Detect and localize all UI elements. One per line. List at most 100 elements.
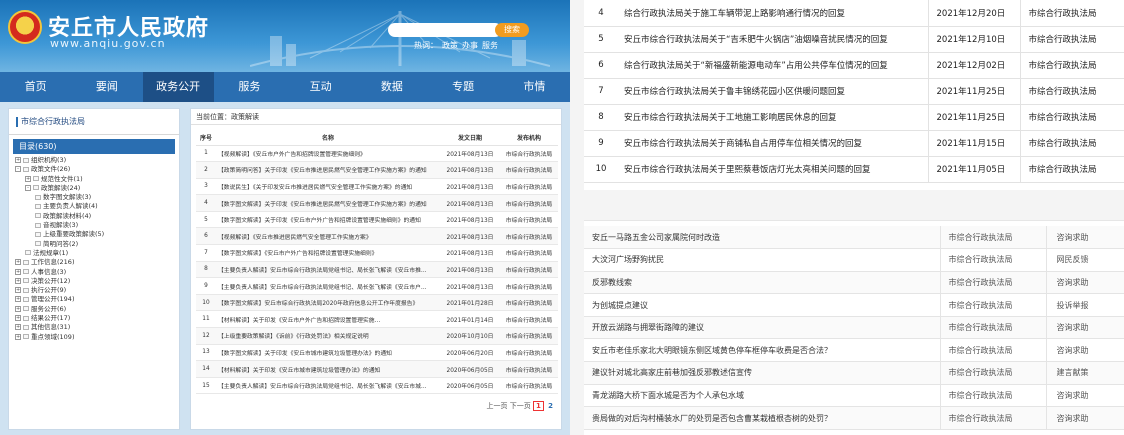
list-item[interactable]: 开放云湖路与拥翠街路障的建议 市综合行政执法局 咨询求助 bbox=[584, 316, 1124, 340]
row-title-link[interactable]: 【数说民生】《关于印发安丘市推进居民燃气安全管理工作实施方案》的通知 bbox=[216, 178, 440, 196]
tree-item[interactable]: + 工作信息(216) bbox=[9, 258, 179, 267]
expand-icon[interactable]: + bbox=[15, 296, 21, 303]
nav-news[interactable]: 要闻 bbox=[71, 72, 142, 102]
expand-icon[interactable]: + bbox=[15, 259, 21, 266]
question-link[interactable]: 开放云湖路与拥翠街路障的建议 bbox=[584, 316, 940, 340]
row-title-link[interactable]: 【材料解读】关于印发《安丘市户外广告和招牌设置管理实施… bbox=[216, 310, 440, 329]
tree-item[interactable]: 政策解读材料(4) bbox=[9, 212, 179, 221]
row-title-link[interactable]: 【数字图文解读】关于印发《安丘市推进居民燃气安全管理工作实施方案》的通知 bbox=[216, 194, 440, 212]
nav-interaction[interactable]: 互动 bbox=[285, 72, 356, 102]
row-title-link[interactable]: 安丘市综合行政执法局关于鲁丰锦绣花园小区供暖问题回复 bbox=[618, 78, 928, 105]
question-link[interactable]: 建议针对城北高家庄前巷加强反邪教述信宣传 bbox=[584, 361, 940, 385]
expand-icon[interactable]: + bbox=[15, 277, 21, 284]
expand-icon[interactable]: + bbox=[15, 315, 21, 322]
tree-item[interactable]: + 决策公开(12) bbox=[9, 277, 179, 286]
row-title-link[interactable]: 【数字图文解读】《安丘市户外广告和招牌设置管理实施细则》 bbox=[216, 244, 440, 262]
hot-word[interactable]: 政策 bbox=[442, 41, 458, 50]
collapse-icon[interactable]: - bbox=[15, 166, 21, 173]
table-row[interactable]: 15 【主要负责人解读】安丘市综合行政执法局党组书记、局长张飞解读《安丘市城… 20… bbox=[196, 377, 558, 395]
row-title-link[interactable]: 【主要负责人解读】安丘市综合行政执法局党组书记、局长张飞解读《安丘市推… bbox=[216, 261, 440, 279]
list-item[interactable]: 反邪教线索 市综合行政执法局 咨询求助 bbox=[584, 271, 1124, 295]
nav-data[interactable]: 数据 bbox=[356, 72, 427, 102]
table-row[interactable]: 14 【材料解读】关于印发《安丘市城市建筑垃圾管理办法》的通知 2020年06月05… bbox=[196, 360, 558, 378]
question-link[interactable]: 贵局做的对后沟村桶装水厂的处罚是否包含曹某栽植根杏树的处罚？ bbox=[584, 406, 940, 430]
table-row[interactable]: 9 【主要负责人解读】安丘市综合行政执法局党组书记、局长张飞解读《安丘市户… 202… bbox=[196, 277, 558, 295]
row-title-link[interactable]: 【主要负责人解读】安丘市综合行政执法局党组书记、局长张飞解读《安丘市户… bbox=[216, 277, 440, 295]
tree-item[interactable]: 音视解读(3) bbox=[9, 221, 179, 230]
expand-icon[interactable]: + bbox=[15, 333, 21, 340]
question-link[interactable]: 大汶河广场野狗扰民 bbox=[584, 248, 940, 272]
expand-icon[interactable]: + bbox=[15, 268, 21, 275]
next-page-link[interactable]: 下一页 bbox=[510, 402, 531, 410]
row-title-link[interactable]: 【主要负责人解读】安丘市综合行政执法局党组书记、局长张飞解读《安丘市城… bbox=[216, 377, 440, 395]
table-row[interactable]: 2 【政策简明问答】关于印发《安丘市推进居民燃气安全管理工作实施方案》的通知 202… bbox=[196, 161, 558, 179]
nav-service[interactable]: 服务 bbox=[214, 72, 285, 102]
collapse-icon[interactable]: - bbox=[25, 184, 31, 191]
nav-city-info[interactable]: 市情 bbox=[499, 72, 570, 102]
table-row[interactable]: 10 安丘市综合行政执法局关于里熙蔡巷饭店灯光太亮相关问题的回复 2021年11月0… bbox=[584, 156, 1124, 183]
table-row[interactable]: 13 【数字图文解读】关于印发《安丘市城市建筑垃圾管理办法》的通知 2020年06月… bbox=[196, 344, 558, 362]
row-title-link[interactable]: 【数字图文解读】关于印发《安丘市户外广告和招牌设置管理实施细则》的通知 bbox=[216, 211, 440, 229]
nav-topics[interactable]: 专题 bbox=[428, 72, 499, 102]
table-row[interactable]: 4 【数字图文解读】关于印发《安丘市推进居民燃气安全管理工作实施方案》的通知 202… bbox=[196, 194, 558, 212]
search-input[interactable] bbox=[388, 23, 502, 37]
row-title-link[interactable]: 【数字图文解读】关于印发《安丘市城市建筑垃圾管理办法》的通知 bbox=[216, 344, 440, 362]
table-row[interactable]: 3 【数说民生】《关于印发安丘市推进居民燃气安全管理工作实施方案》的通知 2021年… bbox=[196, 178, 558, 196]
directory-all-item[interactable]: 目录(630) bbox=[13, 139, 175, 154]
expand-icon[interactable]: + bbox=[15, 287, 21, 294]
tree-item[interactable]: + 重点领域(109) bbox=[9, 333, 179, 342]
table-row[interactable]: 10 【数字图文解读】安丘市综合行政执法局2020年政府信息公开工作年度报告》 20… bbox=[196, 294, 558, 312]
tree-item[interactable]: + 人事信息(3) bbox=[9, 268, 179, 277]
list-item[interactable]: 为创城提点建议 市综合行政执法局 投诉举报 bbox=[584, 293, 1124, 317]
tree-item[interactable]: 上级重要政策解读(5) bbox=[9, 230, 179, 239]
question-link[interactable]: 安丘市老佳乐家北大明眼镜东侧区域黄色停车框停车收费是否合法？ bbox=[584, 338, 940, 363]
list-item[interactable]: 安丘一马路五金公司家属院何时改造 市综合行政执法局 咨询求助 bbox=[584, 226, 1124, 250]
search-button[interactable]: 搜索 bbox=[495, 23, 529, 37]
expand-icon[interactable]: + bbox=[15, 157, 21, 163]
row-title-link[interactable]: 安丘市综合行政执法局关于里熙蔡巷饭店灯光太亮相关问题的回复 bbox=[618, 156, 928, 183]
row-title-link[interactable]: 安丘市综合行政执法局关于商铺私自占用停车位相关情况的回复 bbox=[618, 130, 928, 157]
table-row[interactable]: 8 【主要负责人解读】安丘市综合行政执法局党组书记、局长张飞解读《安丘市推… 202… bbox=[196, 261, 558, 279]
table-row[interactable]: 1 【视频解读】《安丘市户外广告和招牌设置管理实施细则》 2021年08月13日 市综… bbox=[196, 145, 558, 163]
tree-item[interactable]: + 规范性文件(1) bbox=[9, 175, 179, 184]
tree-item[interactable]: - 政策解读(24) bbox=[9, 184, 179, 193]
row-title-link[interactable]: 综合行政执法局关于“新福盛新能源电动车”占用公共停车位情况的回复 bbox=[618, 52, 928, 79]
question-link[interactable]: 青龙湖路大桥下面水城是否为个人承包水域 bbox=[584, 384, 940, 408]
expand-icon[interactable]: + bbox=[15, 324, 21, 331]
tree-item[interactable]: + 其他信息(31) bbox=[9, 323, 179, 332]
list-item[interactable]: 建议针对城北高家庄前巷加强反邪教述信宣传 市综合行政执法局 建言献策 bbox=[584, 361, 1124, 385]
row-title-link[interactable]: 【政策简明问答】关于印发《安丘市推进居民燃气安全管理工作实施方案》的通知 bbox=[216, 161, 440, 179]
tree-item[interactable]: + 组织机构(3) bbox=[9, 156, 179, 165]
expand-icon[interactable]: + bbox=[15, 305, 21, 312]
table-row[interactable]: 4 综合行政执法局关于施工车辆带泥上路影响通行情况的回复 2021年12月20日 市综… bbox=[584, 0, 1124, 27]
row-title-link[interactable]: 安丘市综合行政执法局关于“吉禾肥牛火锅店”油烟噪音扰民情况的回复 bbox=[618, 26, 928, 53]
row-title-link[interactable]: 【视频解读】《安丘市推进居民燃气安全管理工作实施方案》 bbox=[216, 227, 440, 246]
page-2-link[interactable]: 2 bbox=[548, 402, 553, 410]
table-row[interactable]: 6 【视频解读】《安丘市推进居民燃气安全管理工作实施方案》 2021年08月13日市… bbox=[196, 227, 558, 246]
list-item[interactable]: 安丘市老佳乐家北大明眼镜东侧区域黄色停车框停车收费是否合法？ 市综合行政执法局 咨询… bbox=[584, 338, 1124, 363]
row-title-link[interactable]: 综合行政执法局关于施工车辆带泥上路影响通行情况的回复 bbox=[618, 0, 928, 27]
table-row[interactable]: 7 安丘市综合行政执法局关于鲁丰锦绣花园小区供暖问题回复 2021年11月25日 市综… bbox=[584, 78, 1124, 105]
list-item[interactable]: 青龙湖路大桥下面水城是否为个人承包水域 市综合行政执法局 咨询求助 bbox=[584, 384, 1124, 408]
table-row[interactable]: 12 【上级重要政策解读】《诉前》《行政处罚法》相关规定说明 2020年10月10日… bbox=[196, 327, 558, 345]
row-title-link[interactable]: 【上级重要政策解读】《诉前》《行政处罚法》相关规定说明 bbox=[216, 327, 440, 345]
table-row[interactable]: 6 综合行政执法局关于“新福盛新能源电动车”占用公共停车位情况的回复 2021年12… bbox=[584, 52, 1124, 79]
row-title-link[interactable]: 【材料解读】关于印发《安丘市城市建筑垃圾管理办法》的通知 bbox=[216, 360, 440, 378]
question-link[interactable]: 安丘一马路五金公司家属院何时改造 bbox=[584, 226, 940, 250]
tree-item[interactable]: 简明问答(2) bbox=[9, 240, 179, 249]
nav-home[interactable]: 首页 bbox=[0, 72, 71, 102]
list-item[interactable]: 大汶河广场野狗扰民 市综合行政执法局 网民反馈 bbox=[584, 248, 1124, 272]
nav-gov-affairs[interactable]: 政务公开 bbox=[142, 72, 214, 102]
tree-item[interactable]: 法规规章(1) bbox=[9, 249, 179, 258]
row-title-link[interactable]: 【视频解读】《安丘市户外广告和招牌设置管理实施细则》 bbox=[216, 145, 440, 163]
table-row[interactable]: 5 【数字图文解读】关于印发《安丘市户外广告和招牌设置管理实施细则》的通知 2021… bbox=[196, 211, 558, 229]
tree-item[interactable]: + 管理公开(194) bbox=[9, 295, 179, 304]
tree-item[interactable]: + 服务公开(6) bbox=[9, 305, 179, 314]
table-row[interactable]: 7 【数字图文解读】《安丘市户外广告和招牌设置管理实施细则》 2021年08月13日… bbox=[196, 244, 558, 262]
list-item[interactable]: 贵局做的对后沟村桶装水厂的处罚是否包含曹某栽植根杏树的处罚？ 市综合行政执法局 咨询… bbox=[584, 406, 1124, 430]
tree-item[interactable]: 主要负责人解读(4) bbox=[9, 202, 179, 211]
row-title-link[interactable]: 安丘市综合行政执法局关于工地施工影响居民休息的回复 bbox=[618, 104, 928, 131]
tree-item[interactable]: + 结果公开(17) bbox=[9, 314, 179, 323]
table-row[interactable]: 8 安丘市综合行政执法局关于工地施工影响居民休息的回复 2021年11月25日 市综合… bbox=[584, 104, 1124, 131]
tree-item[interactable]: - 政策文件(26) bbox=[9, 165, 179, 174]
